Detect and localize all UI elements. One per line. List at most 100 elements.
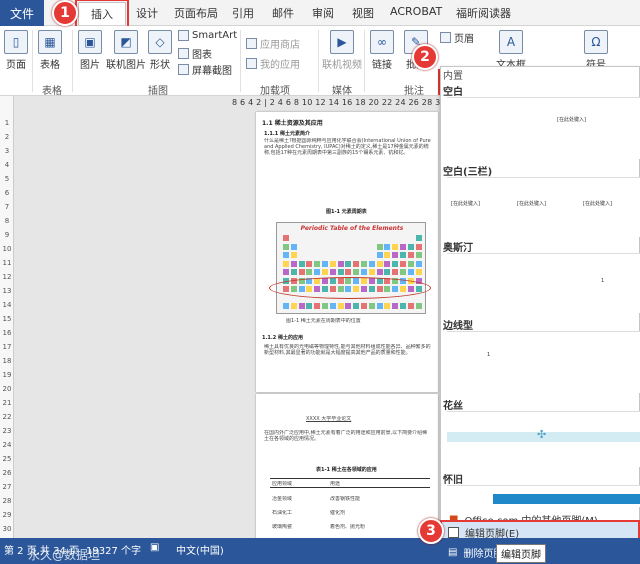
- periodic-cell: [329, 269, 336, 275]
- screenshot-button[interactable]: 屏幕截图: [178, 62, 232, 77]
- periodic-cell: [329, 303, 336, 309]
- smartart-label: SmartArt: [192, 30, 238, 41]
- footer-placeholder: [在此处键入]: [451, 201, 480, 207]
- table-row: 冶金领域 改善钢铁性能: [270, 494, 430, 506]
- footer-option-blank-three-column[interactable]: [在此处键入] [在此处键入] [在此处键入]: [447, 177, 640, 237]
- periodic-cell: [400, 269, 406, 275]
- link-button[interactable]: ∞ 链接: [370, 30, 394, 71]
- symbol-button[interactable]: Ω 符号: [584, 30, 608, 71]
- periodic-cell: [384, 260, 391, 267]
- table-cell: 石油化工: [272, 510, 293, 516]
- status-language[interactable]: 中文(中国): [176, 542, 224, 557]
- tab-insert[interactable]: 插入: [75, 0, 129, 28]
- periodic-table-title: Periodic Table of the Elements: [300, 225, 404, 232]
- video-icon: ▶: [330, 30, 354, 54]
- group-illustrations-label: 插图: [148, 86, 168, 97]
- highlight-oval: [269, 277, 431, 299]
- periodic-cell: [283, 243, 289, 250]
- periodic-cell: [283, 260, 289, 267]
- tab-acrobat[interactable]: ACROBAT: [390, 5, 442, 18]
- footer-option-filigree[interactable]: ✣: [447, 411, 640, 467]
- tab-mailings[interactable]: 邮件: [272, 5, 294, 21]
- periodic-cell: [314, 303, 321, 309]
- gallery-filigree-label: 花丝: [443, 401, 463, 412]
- tab-review[interactable]: 审阅: [312, 5, 334, 21]
- table-cell: 玻璃陶瓷: [272, 524, 293, 530]
- table-button[interactable]: ▦ 表格: [38, 30, 62, 71]
- header-icon: [440, 32, 451, 43]
- periodic-cell: [298, 260, 305, 267]
- tab-file[interactable]: 文件: [0, 0, 44, 26]
- header-button[interactable]: 页眉: [440, 30, 474, 45]
- chart-icon: [178, 48, 189, 59]
- periodic-cell: [415, 235, 422, 241]
- periodic-cell: [298, 269, 305, 275]
- ruler-number: 5: [4, 175, 10, 183]
- omega-icon: Ω: [584, 30, 608, 54]
- footer-option-austin[interactable]: 1: [447, 253, 640, 313]
- periodic-cell: [306, 269, 313, 275]
- periodic-cell: [283, 235, 289, 241]
- pages-label: 页面: [6, 60, 26, 71]
- ruler-number: 9: [4, 231, 10, 239]
- online-video-button[interactable]: ▶ 联机视频: [322, 30, 362, 71]
- proofing-icon[interactable]: ▣: [150, 542, 159, 553]
- ruler-number: 25: [2, 455, 12, 463]
- online-video-label: 联机视频: [322, 60, 362, 71]
- periodic-cell: [361, 269, 367, 275]
- store-button[interactable]: 应用商店: [246, 36, 300, 51]
- chart-button[interactable]: 图表: [178, 46, 212, 61]
- document-page-2[interactable]: XXXX 大学毕业论文 在国内外广泛应用中,稀土元素有着广泛的用途和应用前景,以…: [256, 394, 438, 554]
- pages-button[interactable]: ▯ 页面: [4, 30, 28, 71]
- textbox-button[interactable]: A 文本框: [496, 30, 526, 71]
- gallery-sideline-label: 边线型: [443, 321, 473, 332]
- tab-references[interactable]: 引用: [232, 5, 254, 21]
- ruler-number: 13: [2, 287, 12, 295]
- tab-foxit[interactable]: 福昕阅读器: [456, 5, 511, 21]
- gallery-blank3-label: 空白(三栏): [443, 167, 493, 178]
- periodic-cell: [290, 243, 297, 250]
- periodic-cell: [353, 269, 360, 275]
- tab-layout[interactable]: 页面布局: [174, 5, 218, 21]
- periodic-cell: [368, 260, 375, 267]
- chart-label: 图表: [192, 50, 212, 61]
- pictures-button[interactable]: ▣ 图片: [78, 30, 102, 71]
- periodic-cell: [415, 260, 422, 267]
- periodic-cell: [415, 269, 422, 275]
- table-row: 石油化工 催化剂: [270, 508, 430, 520]
- footer-option-blank[interactable]: [在此处键入]: [447, 97, 640, 159]
- ruler-number: 2: [4, 133, 10, 141]
- ruler-number: 3: [4, 147, 10, 155]
- periodic-cell: [392, 252, 399, 258]
- table-cell: 改善钢铁性能: [330, 496, 361, 502]
- footer-option-facet[interactable]: [447, 485, 640, 507]
- periodic-cell: [392, 243, 399, 250]
- footer-option-sideline[interactable]: 1: [447, 331, 640, 393]
- periodic-cell: [376, 303, 383, 309]
- periodic-cell: [361, 303, 367, 309]
- periodic-cell: [368, 303, 375, 309]
- ruler-number: 19: [2, 371, 12, 379]
- smartart-icon: [178, 30, 189, 41]
- document-page-1[interactable]: 1.1 稀土资源及其应用 1.1.1 稀土元素简介 什么是稀土?根据国际纯粹与应…: [256, 112, 438, 392]
- periodic-cell: [353, 260, 360, 267]
- tooltip: 编辑页脚: [496, 544, 546, 563]
- online-pictures-button[interactable]: ◩ 联机图片: [106, 30, 146, 71]
- footer-page-number: 1: [487, 352, 491, 358]
- my-apps-button[interactable]: 我的应用: [246, 56, 300, 71]
- separator: [72, 30, 73, 92]
- ruler-number: 15: [2, 315, 12, 323]
- tab-design[interactable]: 设计: [136, 5, 158, 21]
- periodic-cell: [345, 303, 352, 309]
- periodic-cell: [368, 269, 375, 275]
- smartart-button[interactable]: SmartArt: [178, 30, 237, 41]
- shapes-button[interactable]: ◇ 形状: [148, 30, 172, 71]
- periodic-cell: [407, 252, 414, 258]
- page2-paragraph: 在国内外广泛应用中,稀土元素有着广泛的用途和应用前景,以下简要介绍稀土在各领域的…: [264, 430, 428, 442]
- table-label: 表格: [40, 60, 60, 71]
- table-header-cell: 用途: [330, 481, 341, 487]
- edit-footer-icon: [448, 526, 459, 538]
- periodic-cell: [290, 303, 297, 309]
- tab-view[interactable]: 视图: [352, 5, 374, 21]
- ruler-number: 29: [2, 511, 12, 519]
